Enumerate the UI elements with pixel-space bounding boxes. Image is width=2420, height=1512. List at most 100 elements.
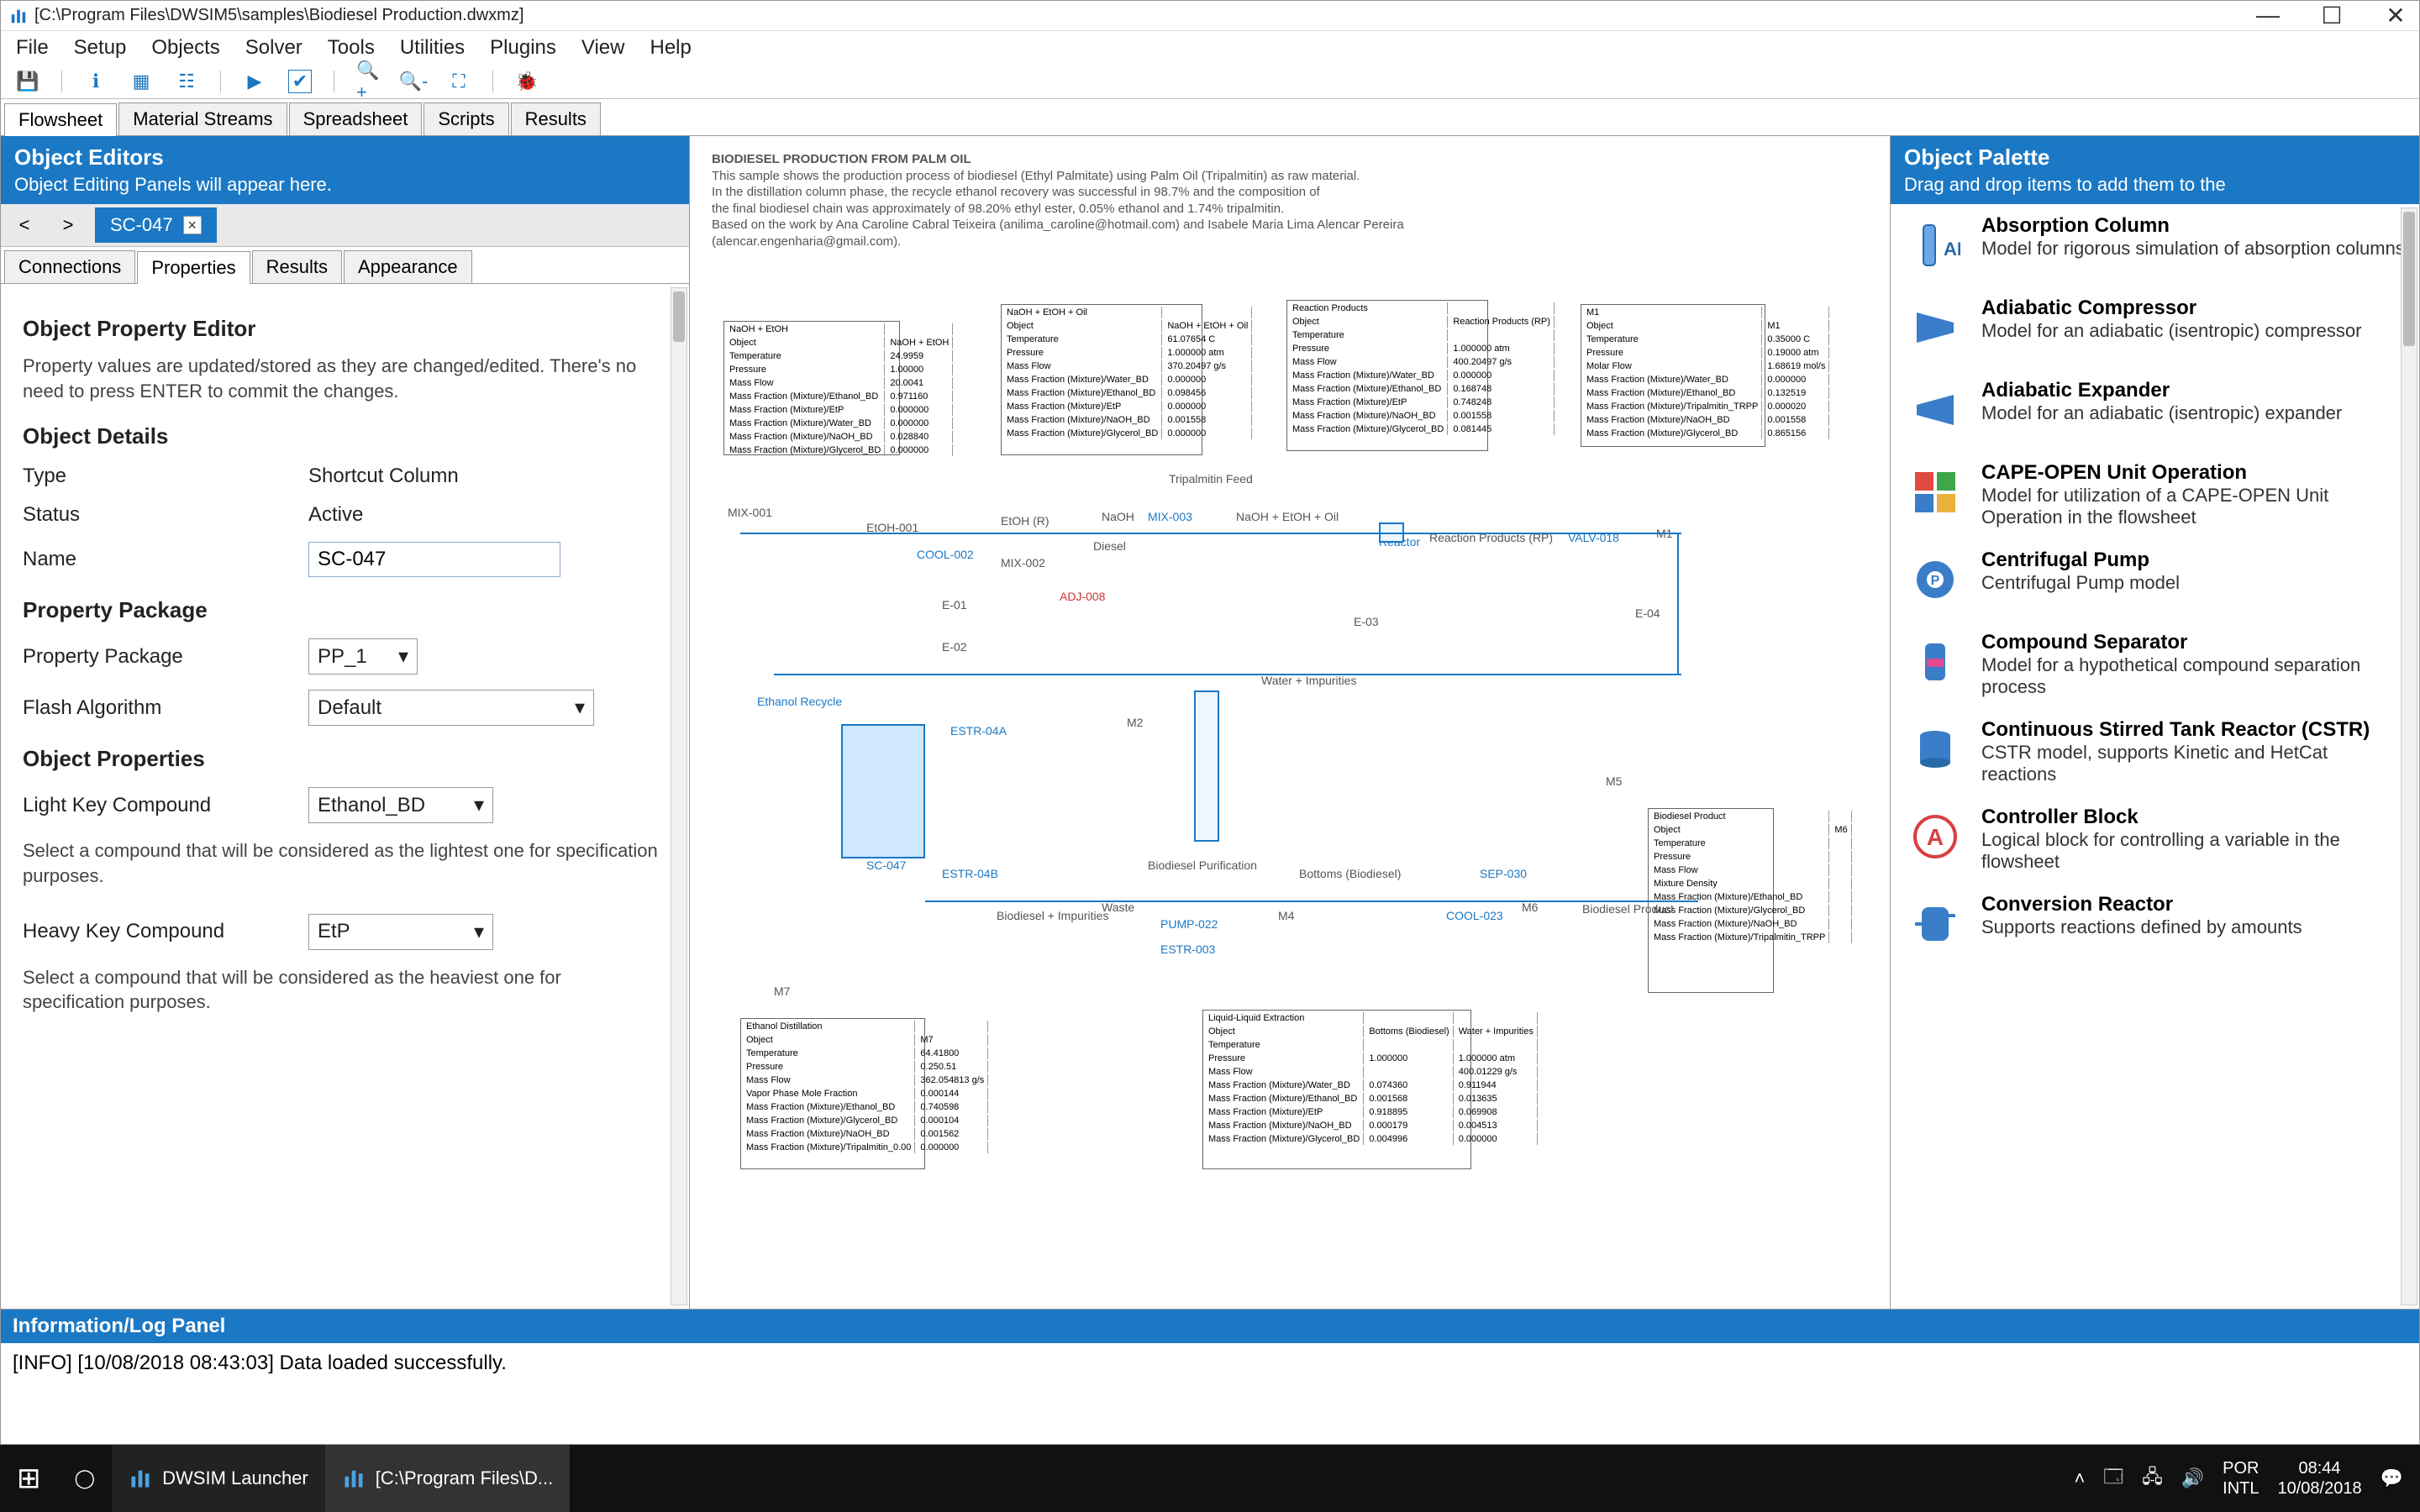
log-body: [INFO] [10/08/2018 08:43:03] Data loaded… [1, 1343, 2419, 1444]
tab-results[interactable]: Results [511, 102, 601, 135]
label-sc047: SC-047 [866, 858, 906, 872]
save-icon[interactable]: 💾 [16, 70, 39, 93]
menu-setup[interactable]: Setup [74, 36, 127, 60]
label-m2: M2 [1127, 716, 1143, 729]
left-scrollbar[interactable] [671, 287, 687, 1305]
maximize-button[interactable]: ☐ [2317, 2, 2347, 29]
flow-mid [774, 674, 1681, 675]
hk-select[interactable]: EtP▾ [308, 914, 493, 950]
nav-next-button[interactable]: > [51, 214, 85, 236]
flowsheet-canvas[interactable]: BIODIESEL PRODUCTION FROM PALM OIL This … [690, 136, 1890, 1309]
label-wst: Waste [1102, 900, 1134, 914]
toolbar: 💾 ℹ ▦ ☷ ▶ ✔ 🔍+ 🔍- ⛶ 🐞 [1, 65, 2419, 99]
palette-item-desc: Model for an adiabatic (isentropic) expa… [1981, 402, 2342, 424]
menu-solver[interactable]: Solver [245, 36, 302, 60]
unit-column2[interactable] [1194, 690, 1219, 842]
menu-help[interactable]: Help [650, 36, 691, 60]
object-tab-close-icon[interactable]: × [183, 216, 202, 234]
tab-material-streams[interactable]: Material Streams [118, 102, 287, 135]
cstr-icon [1904, 718, 1966, 780]
subtab-connections[interactable]: Connections [4, 250, 135, 283]
palette-item-capeopen[interactable]: CAPE-OPEN Unit Operation Model for utili… [1891, 451, 2419, 538]
tray-lang[interactable]: PORINTL [2223, 1458, 2259, 1499]
task-dwsim-file[interactable]: [C:\Program Files\D... [325, 1445, 570, 1512]
object-editors-subtitle: Object Editing Panels will appear here. [14, 174, 676, 196]
property-editor: Object Property Editor Property values a… [1, 284, 689, 1026]
tab-scripts[interactable]: Scripts [424, 102, 508, 135]
chevron-down-icon: ▾ [474, 793, 484, 817]
label-bioimp: Biodiesel + Impurities [997, 909, 1108, 922]
nav-prev-button[interactable]: < [8, 214, 41, 236]
subtab-appearance[interactable]: Appearance [344, 250, 472, 283]
unit-sc047[interactable] [841, 724, 925, 858]
zoom-out-icon[interactable]: 🔍- [402, 70, 425, 93]
palette-item-cstr[interactable]: Continuous Stirred Tank Reactor (CSTR) C… [1891, 708, 2419, 795]
palette-title: Object Palette [1904, 144, 2406, 171]
palette-item-expander[interactable]: Adiabatic Expander Model for an adiabati… [1891, 369, 2419, 451]
check-icon[interactable]: ✔ [288, 70, 312, 93]
palette-item-separator[interactable]: Compound Separator Model for a hypotheti… [1891, 621, 2419, 708]
palette-item-desc: Centrifugal Pump model [1981, 572, 2180, 594]
svg-text:P: P [1931, 574, 1940, 588]
object-tab[interactable]: SC-047 × [95, 207, 217, 243]
details-header: Object Details [23, 423, 667, 449]
lk-select[interactable]: Ethanol_BD▾ [308, 787, 493, 823]
menu-objects[interactable]: Objects [151, 36, 219, 60]
label-mx002: MIX-002 [1001, 556, 1045, 570]
menu-file[interactable]: File [16, 36, 49, 60]
palette-item-controller[interactable]: A Controller Block Logical block for con… [1891, 795, 2419, 883]
palette-scrollbar[interactable] [2401, 207, 2417, 1305]
menu-utilities[interactable]: Utilities [400, 36, 465, 60]
tray-volume-icon[interactable]: 🔊 [2181, 1467, 2204, 1489]
play-icon[interactable]: ▶ [243, 70, 266, 93]
tray-notifications-icon[interactable]: 💬 [2381, 1467, 2403, 1489]
label-m7: M7 [774, 984, 790, 998]
compressor-icon [1904, 297, 1966, 359]
fa-select[interactable]: Default▾ [308, 690, 594, 726]
status-label: Status [23, 503, 308, 527]
fit-icon[interactable]: ⛶ [447, 70, 471, 93]
pp-select[interactable]: PP_1▾ [308, 638, 418, 675]
bug-icon[interactable]: 🐞 [515, 70, 539, 93]
start-button[interactable]: ⊞ [0, 1445, 58, 1512]
name-input[interactable] [308, 542, 560, 577]
tray-network-icon[interactable]: 🖧 [2142, 1462, 2163, 1494]
table-naoh-etoh: NaOH + EtOHObjectNaOH + EtOHTemperature2… [723, 321, 900, 455]
label-mx001: MIX-001 [728, 506, 772, 519]
op-header: Object Properties [23, 746, 667, 772]
subtab-properties[interactable]: Properties [137, 251, 250, 284]
menu-view[interactable]: View [581, 36, 625, 60]
menu-plugins[interactable]: Plugins [490, 36, 556, 60]
palette-item-absorption[interactable]: AB Absorption Column Model for rigorous … [1891, 204, 2419, 286]
tab-flowsheet[interactable]: Flowsheet [4, 103, 117, 136]
palette-item-compressor[interactable]: Adiabatic Compressor Model for an adiaba… [1891, 286, 2419, 369]
tray-clock[interactable]: 08:4410/08/2018 [2277, 1458, 2361, 1499]
zoom-in-icon[interactable]: 🔍+ [356, 70, 380, 93]
label-cool: COOL-002 [917, 548, 974, 561]
tray-battery-icon[interactable]: 🗔 [2103, 1462, 2123, 1494]
grid-icon[interactable]: ▦ [129, 70, 153, 93]
close-button[interactable]: ✕ [2381, 2, 2411, 29]
palette-item-title: Absorption Column [1981, 214, 2405, 238]
chevron-down-icon: ▾ [474, 920, 484, 944]
menu-tools[interactable]: Tools [328, 36, 375, 60]
task-dwsim-launcher[interactable]: DWSIM Launcher [112, 1445, 325, 1512]
label-bp: Biodiesel Purification [1148, 858, 1257, 872]
object-tab-label: SC-047 [110, 214, 173, 236]
palette-item-convreactor[interactable]: Conversion Reactor Supports reactions de… [1891, 883, 2419, 965]
tray-chevron-up-icon[interactable]: ˄ [2074, 1467, 2085, 1489]
info-icon[interactable]: ℹ [84, 70, 108, 93]
chevron-down-icon: ▾ [575, 696, 585, 720]
sliders-icon[interactable]: ☷ [175, 70, 198, 93]
status-value: Active [308, 503, 363, 527]
cortana-button[interactable]: ◯ [58, 1445, 113, 1512]
flow-bottom [925, 900, 1698, 902]
tab-spreadsheet[interactable]: Spreadsheet [289, 102, 423, 135]
subtab-results[interactable]: Results [252, 250, 342, 283]
palette-item-pump[interactable]: P Centrifugal Pump Centrifugal Pump mode… [1891, 538, 2419, 621]
minimize-button[interactable]: — [2253, 2, 2283, 29]
label-naoh: NaOH [1102, 510, 1134, 523]
label-m5: M5 [1606, 774, 1622, 788]
system-tray[interactable]: ˄ 🗔 🖧 🔊 PORINTL 08:4410/08/2018 💬 [2057, 1458, 2420, 1499]
label-estr04a: ESTR-04A [950, 724, 1007, 738]
